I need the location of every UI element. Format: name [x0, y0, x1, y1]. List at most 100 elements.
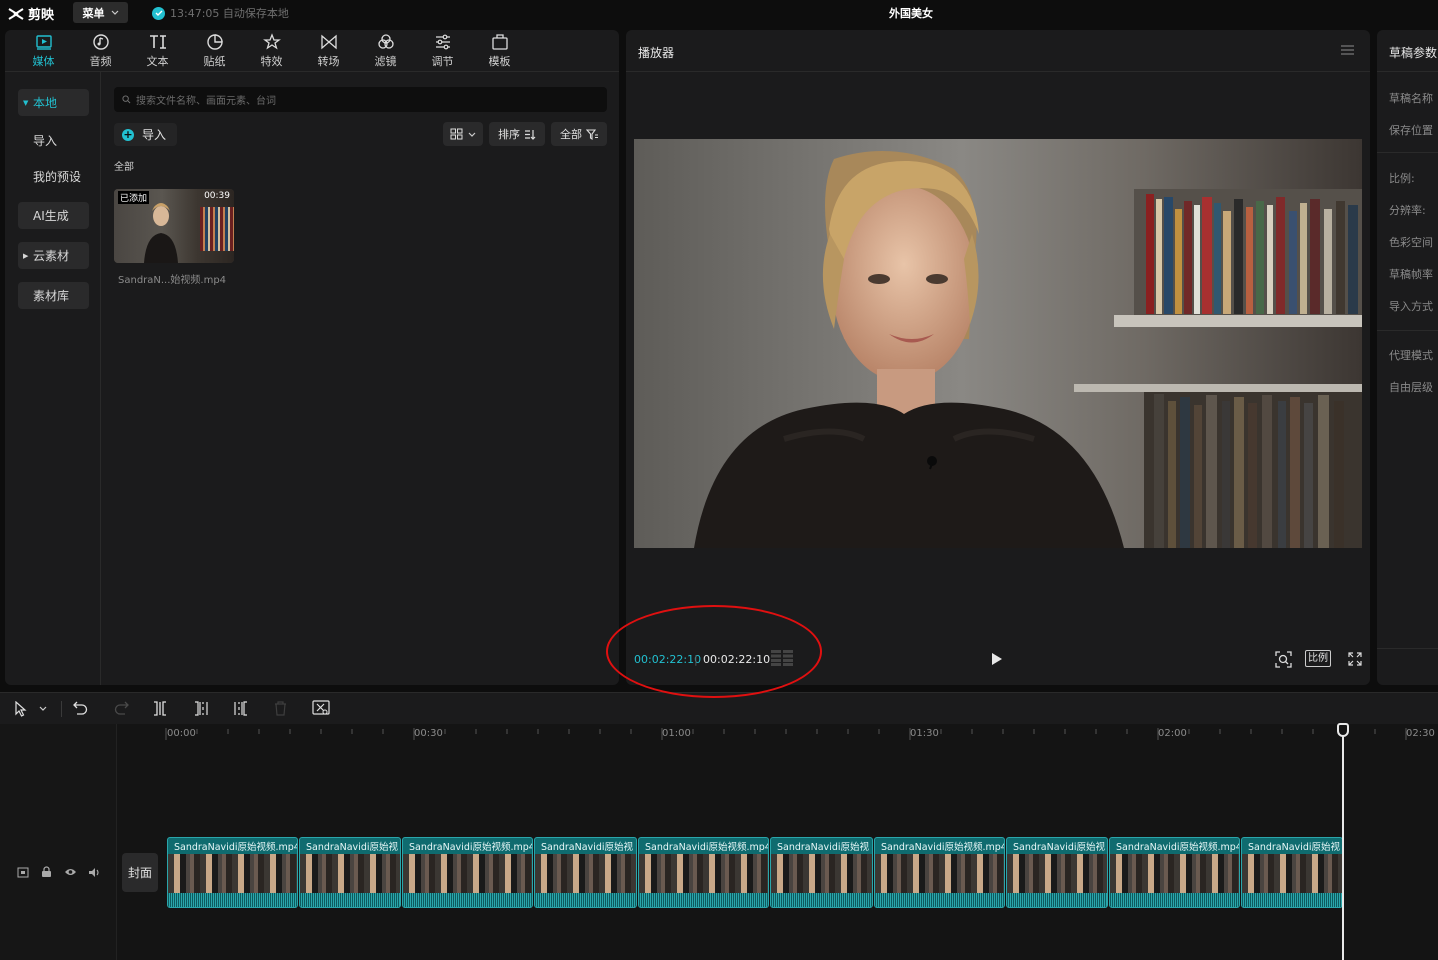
prop-free-layer: 自由层级	[1389, 381, 1433, 394]
tab-transition[interactable]: 转场	[300, 30, 357, 72]
lock-icon[interactable]	[41, 866, 52, 878]
section-label-all: 全部	[114, 162, 134, 173]
ruler-label-120: 02:00	[1158, 728, 1187, 739]
media-filename: SandraN...始视频.mp4	[118, 275, 227, 286]
funnel-icon	[586, 128, 598, 140]
prop-import-mode: 导入方式	[1389, 300, 1433, 313]
track-media-icon[interactable]	[17, 867, 29, 878]
track-header	[0, 724, 117, 960]
select-cursor-icon[interactable]	[14, 701, 28, 717]
redo-icon[interactable]	[114, 701, 129, 715]
split-icon[interactable]	[153, 701, 167, 716]
eye-icon[interactable]	[64, 867, 77, 877]
chevron-down-icon[interactable]	[39, 706, 47, 711]
video-frame-image	[634, 139, 1362, 548]
aspect-ratio-button[interactable]: 比例	[1305, 650, 1331, 667]
tab-template[interactable]: 模板	[471, 30, 528, 72]
video-clip[interactable]: SandraNavidi原始视	[770, 837, 873, 908]
ruler-ticks	[165, 728, 1407, 740]
filter-button[interactable]: 全部	[551, 122, 607, 146]
zoom-fit-icon[interactable]	[1275, 651, 1292, 668]
video-clip[interactable]: SandraNavidi原始视频.mp4	[638, 837, 769, 908]
prop-proxy-mode: 代理模式	[1389, 349, 1433, 362]
nav-ai-generate[interactable]: AI生成	[18, 202, 89, 229]
tab-audio[interactable]: 音频	[72, 30, 129, 72]
search-icon	[122, 95, 131, 104]
timeline-ruler[interactable]: 00:00 00:30 01:00 01:30 02:00 02:30	[117, 724, 1438, 748]
bookshelf-image	[200, 207, 234, 251]
nav-import[interactable]: 导入	[18, 127, 89, 154]
prop-save-location: 保存位置	[1389, 124, 1433, 137]
search-input[interactable]: 搜索文件名称、画面元素、台词	[114, 87, 607, 112]
video-clip[interactable]: SandraNavidi原始视	[1241, 837, 1343, 908]
playhead-handle[interactable]	[1337, 723, 1349, 737]
view-mode-button[interactable]	[443, 122, 483, 146]
chevron-down-icon	[468, 132, 476, 137]
draft-params-panel: 草稿参数 草稿名称 保存位置 比例: 分辨率: 色彩空间 草稿帧率 导入方式 代…	[1377, 30, 1438, 685]
media-side-nav: ▼ 本地 导入 我的预设 AI生成 ▶ 云素材 素材库	[5, 72, 101, 685]
duration-label: 00:39	[204, 191, 230, 201]
tool-tabs: 媒体 音频 文本 贴纸 特效 转场 滤镜 调节 模板	[5, 30, 619, 72]
split-right-icon[interactable]	[234, 701, 248, 716]
video-clip[interactable]: SandraNavidi原始视频.mp4	[402, 837, 533, 908]
split-left-icon[interactable]	[194, 701, 208, 716]
video-clip[interactable]: SandraNavidi原始视	[1006, 837, 1108, 908]
sort-icon	[525, 129, 536, 140]
template-icon	[491, 34, 508, 50]
adjust-icon	[435, 34, 450, 50]
ruler-label-0: 00:00	[167, 728, 196, 739]
audio-icon	[92, 34, 109, 50]
tab-sticker[interactable]: 贴纸	[186, 30, 243, 72]
nav-presets[interactable]: 我的预设	[18, 163, 89, 190]
prop-color-space: 色彩空间	[1389, 236, 1433, 249]
video-clip[interactable]: SandraNavidi原始视	[299, 837, 401, 908]
grid-view-icon	[450, 128, 463, 140]
tab-text[interactable]: 文本	[129, 30, 186, 72]
prop-frame-rate: 草稿帧率	[1389, 268, 1433, 281]
prop-ratio: 比例:	[1389, 172, 1415, 185]
smart-cut-icon[interactable]	[312, 700, 330, 717]
ruler-label-60: 01:00	[662, 728, 691, 739]
media-panel: 媒体 音频 文本 贴纸 特效 转场 滤镜 调节 模板 ▼ 本地 导入 我的预设 …	[5, 30, 619, 685]
tab-effects[interactable]: 特效	[243, 30, 300, 72]
player-panel: 播放器 00:02:22:10 | 00:02:22:10 比例	[626, 30, 1370, 685]
delete-icon[interactable]	[274, 701, 287, 716]
sticker-icon	[206, 34, 223, 50]
ruler-label-90: 01:30	[910, 728, 939, 739]
prop-resolution: 分辨率:	[1389, 204, 1426, 217]
nav-local[interactable]: ▼ 本地	[18, 89, 89, 116]
tab-filter[interactable]: 滤镜	[357, 30, 414, 72]
search-placeholder: 搜索文件名称、画面元素、台词	[136, 96, 276, 107]
tab-adjust[interactable]: 调节	[414, 30, 471, 72]
nav-library[interactable]: 素材库	[18, 282, 89, 309]
plus-icon: +	[122, 127, 134, 141]
import-button[interactable]: + 导入	[114, 123, 177, 146]
cover-button[interactable]: 封面	[122, 853, 158, 892]
speaker-icon[interactable]	[88, 867, 101, 878]
person-image	[144, 203, 178, 263]
playhead[interactable]	[1342, 724, 1344, 960]
prop-draft-name: 草稿名称	[1389, 92, 1433, 105]
text-icon	[149, 35, 166, 49]
video-clip[interactable]: SandraNavidi原始视频.mp4	[1109, 837, 1240, 908]
play-icon[interactable]	[991, 652, 1003, 666]
video-clip[interactable]: SandraNavidi原始视	[534, 837, 637, 908]
props-title: 草稿参数	[1389, 46, 1438, 60]
hamburger-menu-icon[interactable]	[1341, 45, 1354, 55]
video-preview[interactable]	[634, 139, 1362, 548]
media-thumbnail[interactable]: 已添加 00:39	[114, 189, 234, 263]
video-clip[interactable]: SandraNavidi原始视频.mp4	[167, 837, 298, 908]
undo-icon[interactable]	[73, 701, 88, 715]
tab-media[interactable]: 媒体	[15, 30, 72, 72]
document-title: 外国美女	[889, 7, 933, 20]
player-title: 播放器	[638, 46, 675, 60]
media-icon	[35, 35, 52, 50]
fullscreen-icon[interactable]	[1348, 652, 1362, 666]
added-badge: 已添加	[118, 191, 150, 204]
ruler-label-30: 00:30	[414, 728, 443, 739]
video-track[interactable]: SandraNavidi原始视频.mp4 SandraNavidi原始视 San…	[167, 837, 1343, 908]
sort-button[interactable]: 排序	[489, 122, 545, 146]
ruler-label-150: 02:30	[1406, 728, 1435, 739]
nav-cloud[interactable]: ▶ 云素材	[18, 242, 89, 269]
video-clip[interactable]: SandraNavidi原始视频.mp4	[874, 837, 1005, 908]
